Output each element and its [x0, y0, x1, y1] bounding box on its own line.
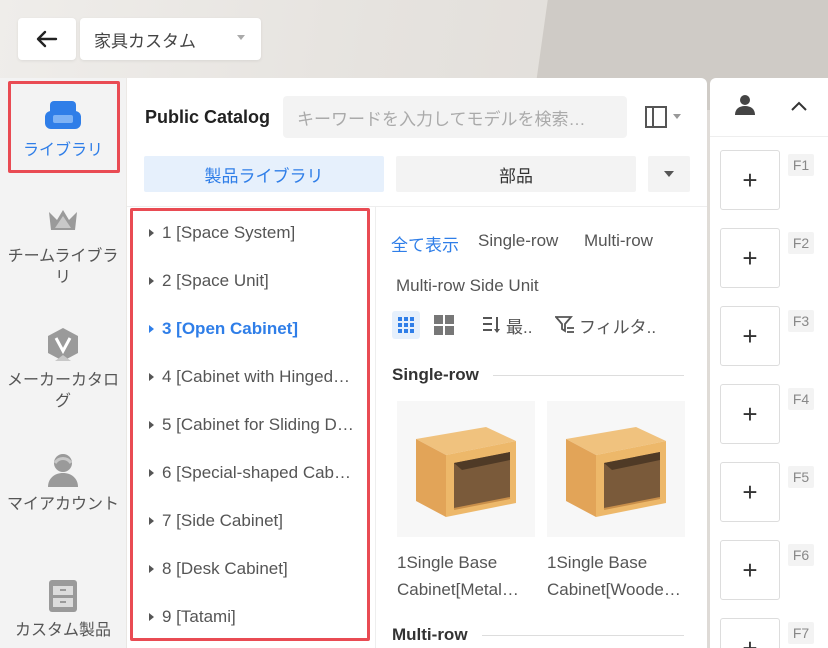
product-card[interactable]: 1Single Base Cabinet[Metal Handle] — [397, 401, 535, 603]
highlight-box — [130, 208, 370, 641]
product-name: 1Single Base Cabinet[Wooden Handle] — [547, 553, 674, 599]
back-button[interactable] — [18, 18, 76, 60]
sort-icon — [483, 317, 500, 333]
shortcut-slot[interactable]: + — [720, 306, 780, 366]
shortcut-slot[interactable]: + — [720, 384, 780, 444]
person-icon — [43, 450, 83, 490]
divider — [710, 136, 828, 137]
section-title: Single-row — [392, 365, 479, 384]
shortcut-slot[interactable]: + — [720, 540, 780, 600]
tabs-more-button[interactable] — [648, 156, 690, 192]
tab-parts[interactable]: 部品 — [396, 156, 636, 192]
left-sidebar: ライブラリ チームライブラリ メーカーカタログ マイアカウント カスタム製品 — [0, 78, 126, 648]
split-view-icon — [645, 106, 667, 128]
divider — [492, 374, 684, 376]
grid-large-icon — [434, 315, 454, 335]
panel-title: Public Catalog — [145, 107, 271, 127]
sidebar-item-label: マイアカウント — [6, 496, 119, 513]
shortcut-slot[interactable]: + — [720, 228, 780, 288]
hotkey-badge: F5 — [788, 466, 814, 488]
sidebar-item-label: カスタム製品 — [14, 622, 111, 639]
chevron-down-icon — [237, 35, 245, 40]
arrow-left-icon — [36, 30, 58, 48]
shortcut-slot[interactable]: + — [720, 150, 780, 210]
open-cabinet-image — [566, 427, 666, 517]
filter-multi-row-side-unit[interactable]: Multi-row Side Unit — [396, 276, 539, 296]
product-thumbnail — [547, 401, 685, 537]
view-grid-small-button[interactable] — [392, 311, 420, 339]
highlight-box — [8, 81, 120, 173]
sidebar-item-my-account[interactable]: マイアカウント — [0, 450, 126, 515]
crown-icon — [43, 202, 83, 242]
shortcut-slot[interactable]: + — [720, 462, 780, 522]
filter-single-row[interactable]: Single-row — [478, 231, 558, 251]
divider — [481, 634, 684, 636]
sidebar-item-label: チームライブラリ — [7, 248, 119, 286]
sidebar-item-label: メーカーカタログ — [6, 372, 119, 410]
product-card[interactable]: 1Single Base Cabinet[Wooden Handle] — [547, 401, 685, 603]
filter-multi-row[interactable]: Multi-row — [584, 231, 653, 251]
hotkey-badge: F4 — [788, 388, 814, 410]
search-input[interactable]: キーワードを入力してモデルを検索… — [283, 96, 627, 138]
caret-down-icon — [673, 114, 681, 119]
sidebar-item-team-library[interactable]: チームライブラリ — [0, 202, 126, 288]
hotkey-badge: F7 — [788, 622, 814, 644]
product-thumbnail — [397, 401, 535, 537]
project-name: 家具カスタム — [94, 31, 196, 51]
badge-v-icon — [43, 326, 83, 366]
project-select[interactable]: 家具カスタム — [80, 18, 261, 60]
filter-button[interactable]: フィルタ.. — [555, 311, 656, 339]
hotkey-badge: F2 — [788, 232, 814, 254]
cabinet-icon — [43, 576, 83, 616]
sort-button[interactable]: 最.. — [482, 311, 532, 339]
sidebar-item-maker-catalog[interactable]: メーカーカタログ — [0, 326, 126, 412]
grid-small-icon — [398, 317, 414, 333]
shortcut-slot[interactable]: + — [720, 618, 780, 648]
catalog-panel: Public Catalog キーワードを入力してモデルを検索… 製品ライブラリ… — [127, 78, 707, 648]
sort-label: 最.. — [506, 317, 533, 337]
section-heading-single-row: Single-row — [392, 365, 684, 385]
product-name: 1Single Base Cabinet[Metal Handle] — [397, 553, 502, 599]
section-title: Multi-row — [392, 625, 468, 644]
layout-toggle[interactable] — [645, 106, 685, 128]
tab-product-library[interactable]: 製品ライブラリ — [144, 156, 384, 192]
hotkey-badge: F3 — [788, 310, 814, 332]
filter-show-all[interactable]: 全て表示 — [391, 231, 459, 256]
caret-down-icon — [664, 171, 674, 177]
divider — [375, 207, 376, 648]
shortcut-panel: + F1 + F2 + F3 + F4 + F5 + F6 + F7 — [710, 78, 828, 648]
section-heading-multi-row: Multi-row — [392, 625, 684, 645]
user-icon — [735, 95, 755, 115]
view-grid-large-button[interactable] — [434, 311, 454, 339]
hotkey-badge: F6 — [788, 544, 814, 566]
hotkey-badge: F1 — [788, 154, 814, 176]
open-cabinet-image — [416, 427, 516, 517]
sidebar-item-custom-products[interactable]: カスタム製品 — [0, 576, 126, 641]
filter-label: フィルタ.. — [579, 317, 657, 337]
funnel-icon — [555, 316, 574, 333]
chevron-up-icon[interactable] — [790, 100, 808, 112]
